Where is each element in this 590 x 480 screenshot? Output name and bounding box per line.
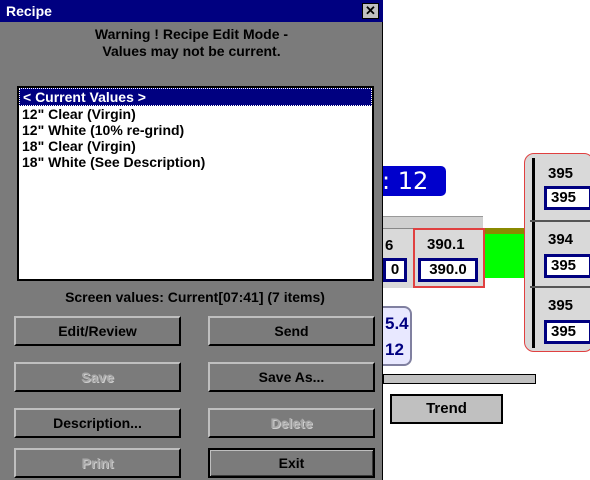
description-button[interactable]: Description...	[14, 408, 181, 438]
cell-left-box: 0	[383, 258, 407, 282]
save-as-button[interactable]: Save As...	[208, 362, 375, 392]
close-icon[interactable]: ✕	[362, 3, 379, 19]
trend-button[interactable]: Trend	[390, 394, 503, 424]
save-button[interactable]: Save	[14, 362, 181, 392]
dialog-title: Recipe	[6, 3, 52, 19]
rack-value: 394	[548, 231, 574, 248]
cell-mid-value: 390.1	[427, 236, 465, 253]
zone-badge: : 12	[378, 166, 446, 196]
dialog-titlebar[interactable]: Recipe ✕	[0, 0, 383, 22]
list-item[interactable]: 18" Clear (Virgin)	[19, 138, 372, 154]
recipe-listbox[interactable]: < Current Values > 12" Clear (Virgin) 12…	[17, 86, 374, 281]
warning-message: Warning ! Recipe Edit Mode - Values may …	[0, 26, 383, 60]
list-item[interactable]: < Current Values >	[19, 88, 372, 106]
cell-tab	[383, 216, 483, 228]
partial-box-top: 5.4	[385, 314, 409, 333]
rack-value: 395	[548, 165, 574, 182]
rack-separator	[530, 286, 590, 288]
partial-box-bottom: 12	[385, 340, 404, 359]
list-item[interactable]: 12" White (10% re-grind)	[19, 122, 372, 138]
warning-line-2: Values may not be current.	[102, 43, 281, 59]
list-item[interactable]: 12" Clear (Virgin)	[19, 106, 372, 122]
green-block	[485, 234, 525, 278]
delete-button[interactable]: Delete	[208, 408, 375, 438]
edit-review-button[interactable]: Edit/Review	[14, 316, 181, 346]
warning-line-1: Warning ! Recipe Edit Mode -	[94, 26, 289, 42]
rack-box: 395	[544, 254, 590, 278]
recipe-dialog: Recipe ✕ Warning ! Recipe Edit Mode - Va…	[0, 0, 383, 480]
progress-track	[383, 374, 536, 384]
cell-mid-box: 390.0	[418, 258, 478, 282]
send-button[interactable]: Send	[208, 316, 375, 346]
cell-left-value: 6	[385, 237, 394, 254]
rack-bar	[532, 158, 535, 348]
exit-button[interactable]: Exit	[208, 448, 375, 478]
screen-values-status: Screen values: Current[07:41] (7 items)	[65, 289, 325, 305]
rack-separator	[530, 220, 590, 222]
list-item[interactable]: 18" White (See Description)	[19, 154, 372, 170]
rack-box: 395	[544, 186, 590, 210]
rack-box: 395	[544, 320, 590, 344]
rack-value: 395	[548, 297, 574, 314]
print-button[interactable]: Print	[14, 448, 181, 478]
